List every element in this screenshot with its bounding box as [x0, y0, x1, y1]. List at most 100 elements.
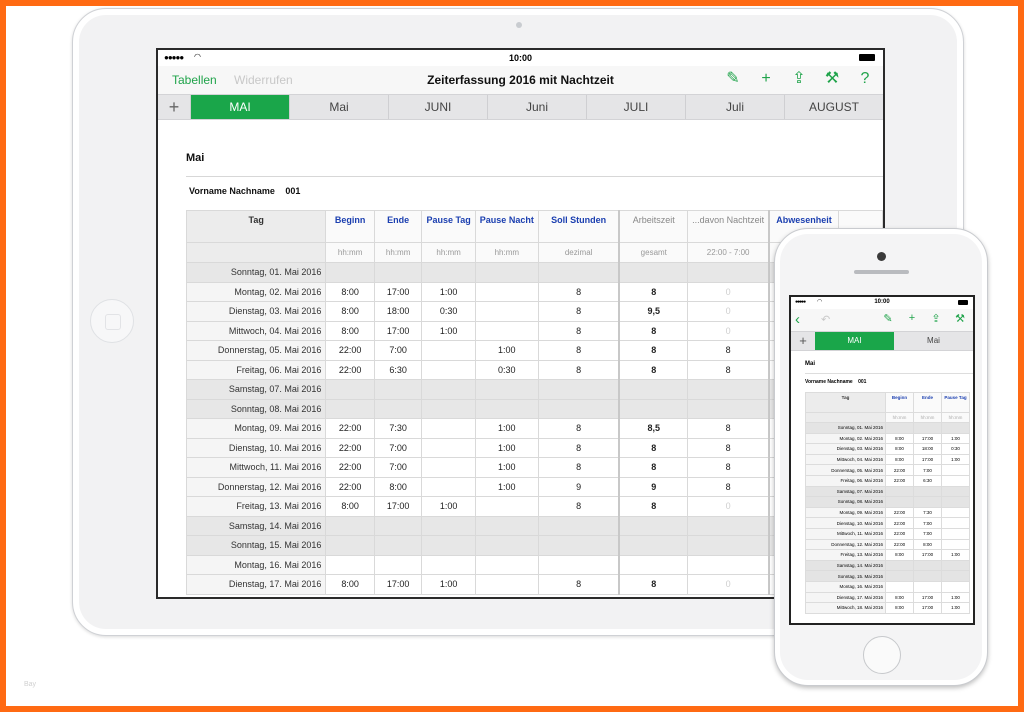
table-cell[interactable]: [474, 554, 539, 575]
table-cell[interactable]: [537, 262, 620, 283]
table-cell[interactable]: [421, 515, 476, 536]
table-cell[interactable]: 18:00: [373, 301, 423, 322]
person-label[interactable]: Vorname Nachname 001: [186, 186, 883, 206]
day-cell[interactable]: Samstag, 14. Mai 2016: [805, 559, 886, 572]
table-cell[interactable]: 8:00: [885, 602, 914, 614]
table-cell[interactable]: [537, 515, 620, 536]
table-cell[interactable]: [618, 515, 689, 536]
table-cell[interactable]: 0: [687, 301, 770, 322]
table-cell[interactable]: [941, 422, 970, 434]
day-cell[interactable]: Freitag, 06. Mai 2016: [805, 474, 886, 487]
table-cell[interactable]: 8:00: [885, 591, 914, 604]
table-cell[interactable]: [941, 580, 970, 593]
table-cell[interactable]: [474, 574, 539, 595]
table-cell[interactable]: 7:00: [913, 464, 942, 476]
table-cell[interactable]: [941, 464, 970, 476]
table-cell[interactable]: 8: [537, 281, 620, 302]
day-cell[interactable]: Donnerstag, 12. Mai 2016: [805, 538, 886, 551]
day-cell[interactable]: Montag, 02. Mai 2016: [185, 281, 327, 302]
table-cell[interactable]: [474, 535, 539, 556]
day-cell[interactable]: Dienstag, 10. Mai 2016: [805, 517, 886, 529]
table-cell[interactable]: [941, 517, 970, 529]
table-cell[interactable]: 22:00: [885, 464, 914, 476]
table-cell[interactable]: 8: [618, 281, 689, 302]
day-cell[interactable]: Dienstag, 17. Mai 2016: [805, 591, 886, 604]
table-cell[interactable]: 1:00: [474, 418, 539, 439]
table-cell[interactable]: 7:00: [913, 527, 942, 540]
table-cell[interactable]: [885, 485, 914, 498]
table-cell[interactable]: [537, 554, 620, 575]
table-cell[interactable]: [687, 398, 770, 419]
column-header[interactable]: Pause Nacht: [474, 210, 539, 243]
table-cell[interactable]: 1:00: [941, 591, 970, 604]
tab-sheet-1[interactable]: Mai: [289, 95, 388, 119]
table-cell[interactable]: [618, 398, 689, 419]
table-cell[interactable]: 17:00: [913, 549, 942, 561]
column-header[interactable]: Pause Tag: [941, 392, 970, 413]
table-cell[interactable]: 9: [537, 476, 620, 497]
table-cell[interactable]: [687, 554, 770, 575]
table-cell[interactable]: [913, 422, 942, 434]
table-cell[interactable]: [474, 515, 539, 536]
table-cell[interactable]: 17:00: [913, 591, 942, 604]
table-cell[interactable]: 17:00: [373, 281, 423, 302]
table-cell[interactable]: 8: [618, 320, 689, 341]
table-cell[interactable]: 22:00: [325, 437, 375, 458]
column-header[interactable]: Tag: [805, 392, 886, 413]
table-cell[interactable]: 8: [618, 340, 689, 361]
table-cell[interactable]: 9,5: [618, 301, 689, 322]
tab-sheet-3[interactable]: Juni: [487, 95, 586, 119]
table-cell[interactable]: 8: [537, 320, 620, 341]
day-cell[interactable]: Samstag, 14. Mai 2016: [185, 515, 327, 536]
table-cell[interactable]: [913, 559, 942, 572]
day-cell[interactable]: Montag, 09. Mai 2016: [805, 506, 886, 519]
table-cell[interactable]: [421, 379, 476, 400]
table-cell[interactable]: 8:00: [325, 496, 375, 517]
table-cell[interactable]: [474, 301, 539, 322]
table-cell[interactable]: 7:30: [373, 418, 423, 439]
column-header[interactable]: Tag: [185, 210, 327, 243]
table-cell[interactable]: [421, 262, 476, 283]
tab-sheet-4[interactable]: JULI: [586, 95, 685, 119]
table-cell[interactable]: [421, 418, 476, 439]
day-cell[interactable]: Mittwoch, 04. Mai 2016: [185, 320, 327, 341]
day-cell[interactable]: Donnerstag, 05. Mai 2016: [805, 464, 886, 476]
table-cell[interactable]: 1:00: [474, 457, 539, 478]
table-cell[interactable]: 8: [537, 437, 620, 458]
table-cell[interactable]: 17:00: [373, 574, 423, 595]
table-cell[interactable]: 8: [687, 457, 770, 478]
table-cell[interactable]: 17:00: [913, 432, 942, 445]
table-cell[interactable]: 1:00: [421, 574, 476, 595]
table-cell[interactable]: [421, 457, 476, 478]
table-cell[interactable]: 8: [687, 340, 770, 361]
tab-sheet-1[interactable]: Mai: [894, 332, 973, 350]
table-cell[interactable]: [325, 554, 375, 575]
day-cell[interactable]: Freitag, 13. Mai 2016: [185, 496, 327, 517]
table-cell[interactable]: 8: [618, 574, 689, 595]
table-cell[interactable]: [885, 580, 914, 593]
table-cell[interactable]: [913, 485, 942, 498]
table-cell[interactable]: [913, 580, 942, 593]
table-cell[interactable]: [941, 527, 970, 540]
day-cell[interactable]: Mittwoch, 11. Mai 2016: [805, 527, 886, 540]
table-cell[interactable]: 1:00: [941, 453, 970, 466]
day-cell[interactable]: Mittwoch, 18. Mai 2016: [805, 602, 886, 614]
table-cell[interactable]: [941, 570, 970, 582]
day-cell[interactable]: Samstag, 07. Mai 2016: [805, 485, 886, 498]
table-cell[interactable]: 17:00: [373, 496, 423, 517]
table-cell[interactable]: [373, 535, 423, 556]
table-cell[interactable]: 0:30: [941, 443, 970, 455]
day-cell[interactable]: Dienstag, 10. Mai 2016: [185, 437, 327, 458]
tab-sheet-6[interactable]: AUGUST: [784, 95, 883, 119]
column-header[interactable]: Soll Stunden: [537, 210, 620, 243]
table-cell[interactable]: 1:00: [941, 602, 970, 614]
table-cell[interactable]: [373, 515, 423, 536]
table-cell[interactable]: 8,5: [618, 418, 689, 439]
tab-sheet-0[interactable]: MAI: [815, 332, 894, 350]
table-cell[interactable]: 8:00: [325, 281, 375, 302]
person-label[interactable]: Vorname Nachname 001: [805, 379, 973, 389]
table-cell[interactable]: 22:00: [325, 418, 375, 439]
table-cell[interactable]: 0: [687, 574, 770, 595]
table-cell[interactable]: 22:00: [885, 517, 914, 529]
table-cell[interactable]: 8: [687, 476, 770, 497]
